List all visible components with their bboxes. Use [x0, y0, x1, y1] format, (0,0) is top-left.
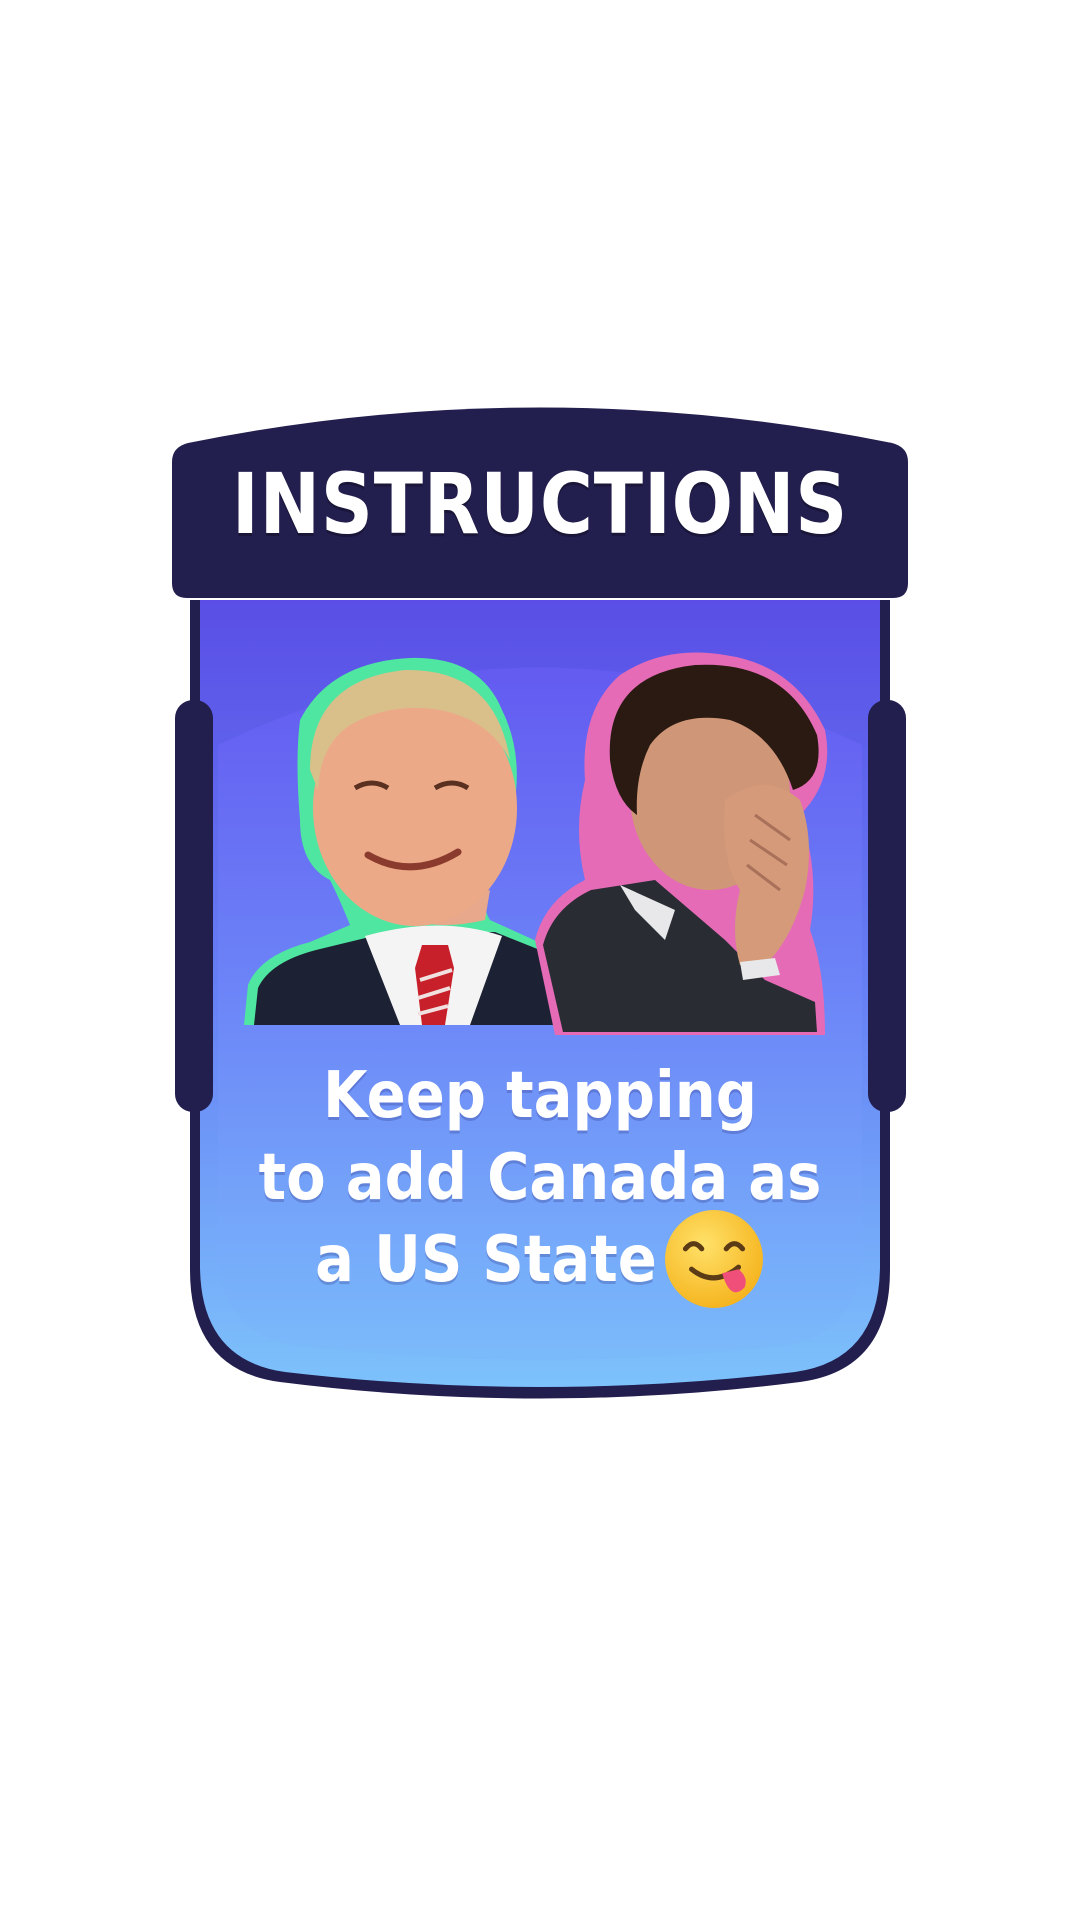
face-savoring-food-emoji-icon [665, 1210, 763, 1308]
panel-title: INSTRUCTIONS [231, 455, 849, 553]
instructions-card: INSTRUCTIONS Keep tapping to add Canada … [0, 0, 1080, 1920]
right-figure-illustration [535, 652, 828, 1035]
instruction-line-2: to add Canada as [258, 1141, 822, 1215]
instruction-line-1: Keep tapping [323, 1059, 757, 1133]
